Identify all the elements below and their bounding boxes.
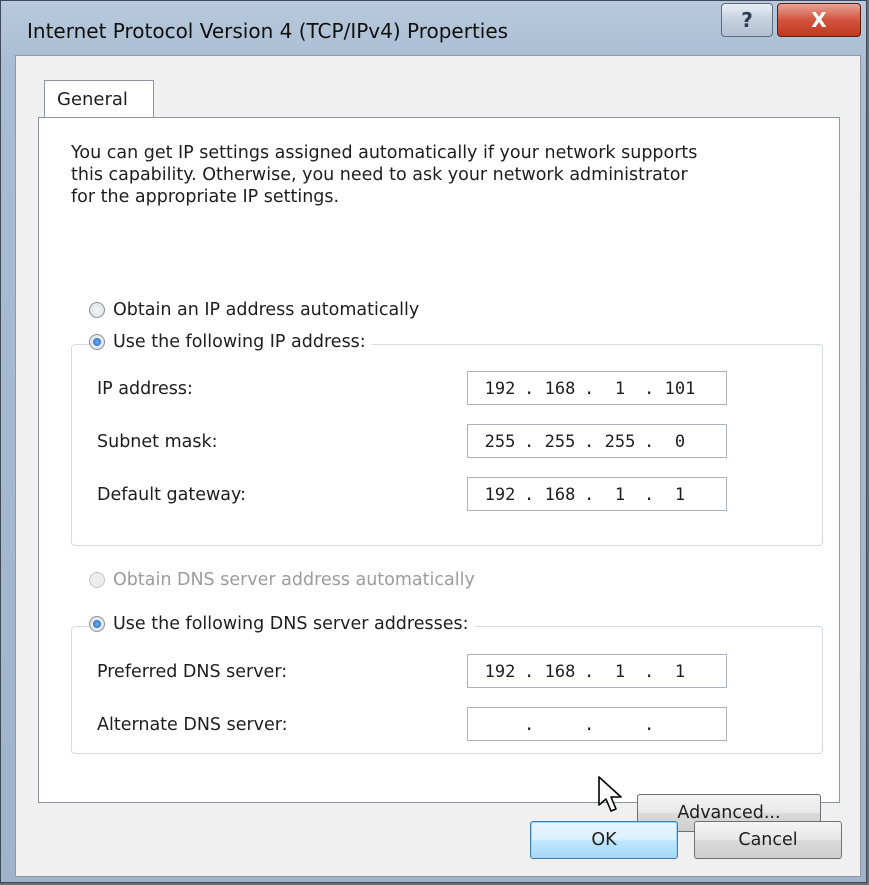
default-gateway-label: Default gateway: [97,485,246,505]
ip-dot: . [584,485,595,505]
radio-unchecked-icon [89,302,105,318]
ip-dot: . [584,715,595,735]
subnet-mask-field[interactable]: 255 . 255 . 255 . 0 [467,424,727,458]
general-tab-panel: You can get IP settings assigned automat… [38,117,840,832]
radio-checked-icon [89,616,105,632]
ip-octet: 255 [604,432,636,452]
ip-dot: . [524,662,535,682]
ip-dot: . [644,715,655,735]
mouse-cursor-icon [598,776,622,812]
intro-line: for the appropriate IP settings. [71,187,340,207]
title-bar[interactable]: Internet Protocol Version 4 (TCP/IPv4) P… [1,1,866,53]
intro-line: this capability. Otherwise, you need to … [71,165,688,185]
tab-general[interactable]: General [44,80,154,118]
dialog-window: Internet Protocol Version 4 (TCP/IPv4) P… [0,0,867,883]
ip-octet: 168 [544,379,576,399]
ip-octet: 192 [484,662,516,682]
help-icon: ? [741,8,753,32]
ip-dot: . [584,662,595,682]
radio-disabled-icon [89,572,105,588]
ip-octet: 1 [614,379,626,399]
ip-address-field[interactable]: 192 . 168 . 1 . 101 [467,371,727,405]
ip-octet: 0 [674,432,686,452]
obtain-dns-automatically-radio[interactable]: Obtain DNS server address automatically [89,570,481,590]
dialog-client-area: General You can get IP settings assigned… [15,55,861,877]
ip-dot: . [524,379,535,399]
radio-checked-icon [89,334,105,350]
ip-octet: 192 [484,485,516,505]
obtain-ip-automatically-radio[interactable]: Obtain an IP address automatically [89,300,426,320]
use-following-dns-label: Use the following DNS server addresses: [113,614,469,634]
subnet-mask-label: Subnet mask: [97,432,218,452]
close-button[interactable]: X [777,3,861,37]
obtain-dns-automatically-label: Obtain DNS server address automatically [113,570,475,590]
ip-dot: . [584,432,595,452]
ip-dot: . [584,379,595,399]
ok-button[interactable]: OK [530,821,678,859]
cancel-button[interactable]: Cancel [694,821,842,859]
intro-text: You can get IP settings assigned automat… [71,142,811,208]
ip-octet: 101 [664,379,696,399]
ip-dot: . [644,432,655,452]
ip-dot: . [524,432,535,452]
window-title: Internet Protocol Version 4 (TCP/IPv4) P… [27,19,509,43]
intro-line: You can get IP settings assigned automat… [71,143,698,163]
use-following-ip-label: Use the following IP address: [113,332,366,352]
ip-dot: . [644,379,655,399]
alternate-dns-field[interactable]: . . . [467,707,727,741]
ip-dot: . [644,485,655,505]
help-button[interactable]: ? [721,3,773,37]
use-following-ip-radio[interactable]: Use the following IP address: [89,332,372,352]
ip-octet: 1 [674,485,686,505]
ip-dot: . [524,485,535,505]
close-icon: X [811,8,827,32]
ip-octet: 1 [614,485,626,505]
ip-octet: 168 [544,485,576,505]
obtain-ip-automatically-label: Obtain an IP address automatically [113,300,420,320]
ip-address-label: IP address: [97,379,193,399]
ip-octet: 168 [544,662,576,682]
ip-dot: . [524,715,535,735]
preferred-dns-label: Preferred DNS server: [97,662,288,682]
ip-octet: 1 [614,662,626,682]
ip-octet: 255 [484,432,516,452]
use-following-dns-radio[interactable]: Use the following DNS server addresses: [89,614,475,634]
ip-octet: 192 [484,379,516,399]
default-gateway-field[interactable]: 192 . 168 . 1 . 1 [467,477,727,511]
preferred-dns-field[interactable]: 192 . 168 . 1 . 1 [467,654,727,688]
ip-octet: 255 [544,432,576,452]
ip-octet: 1 [674,662,686,682]
ip-dot: . [644,662,655,682]
alternate-dns-label: Alternate DNS server: [97,715,288,735]
